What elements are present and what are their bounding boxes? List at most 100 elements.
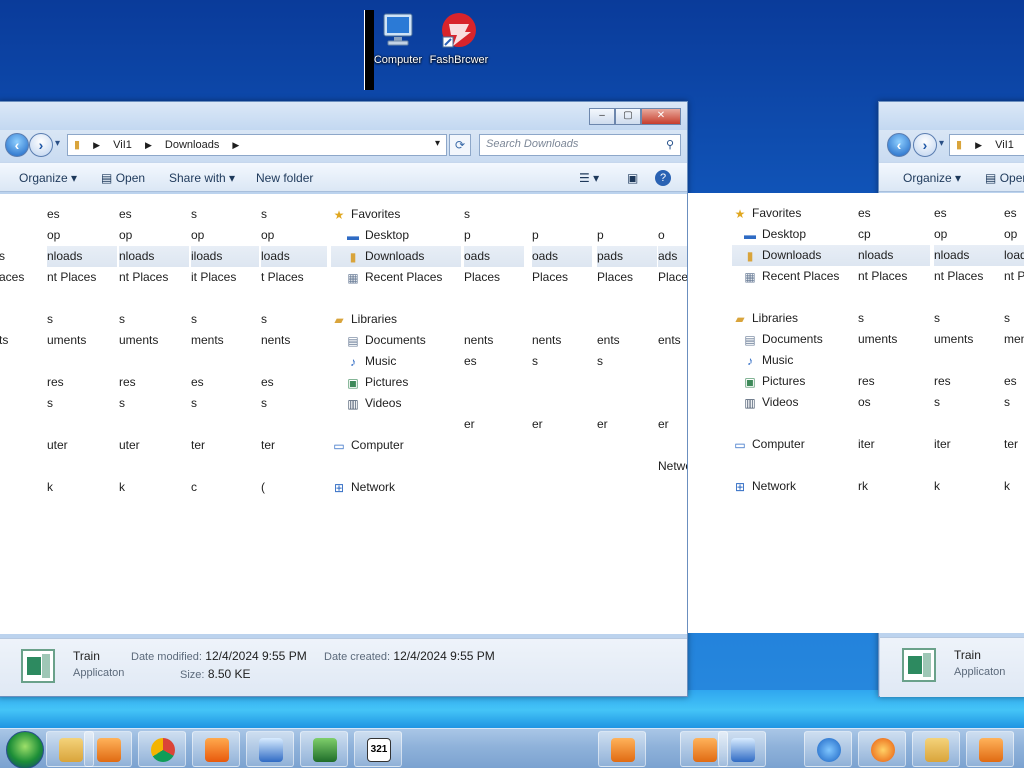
ghost-text: s	[934, 311, 940, 325]
search-input[interactable]: Search Downloads ⚲	[479, 134, 681, 156]
network-icon: ⊞	[333, 480, 345, 495]
breadcrumb-vi11[interactable]: ViI1	[995, 139, 1014, 151]
address-bar[interactable]: ▮ ▶ ViI1	[949, 134, 1024, 156]
preview-pane-icon[interactable]: ▣	[627, 171, 638, 185]
start-button[interactable]	[6, 731, 44, 768]
caption-buttons: – ▢ ✕	[589, 108, 681, 125]
window-titlebar[interactable]	[879, 102, 1024, 130]
breadcrumb-vi11[interactable]: ViI1	[113, 139, 132, 151]
open-button[interactable]: ▤ Open	[985, 171, 1024, 185]
address-dropdown-icon[interactable]: ▾	[435, 138, 440, 149]
nav-libraries[interactable]: ▰ Libraries	[732, 308, 858, 329]
maximize-button[interactable]: ▢	[615, 108, 641, 125]
nav-desktop[interactable]: ▬ Desktop	[331, 225, 461, 246]
downloads-icon: ▮	[746, 248, 754, 263]
forward-button[interactable]: ›	[29, 133, 53, 157]
taskbar-task-manager[interactable]	[300, 731, 348, 767]
taskbar-calendar[interactable]: 321	[354, 731, 402, 767]
nav-favorites[interactable]: ★ Favorites	[732, 203, 858, 224]
nav-label: Documents	[762, 332, 823, 346]
media-player-icon	[693, 738, 717, 762]
taskbar-internet-explorer[interactable]	[804, 731, 852, 767]
taskbar-firefox-2[interactable]	[858, 731, 906, 767]
window-titlebar[interactable]: – ▢ ✕	[0, 102, 687, 130]
ghost-text	[464, 309, 524, 330]
nav-downloads[interactable]: ▮ Downloads	[732, 245, 858, 266]
nav-downloads[interactable]: ▮ Downloads	[331, 246, 461, 267]
nav-music[interactable]: ♪ Music	[732, 350, 858, 371]
nav-label: Recent Places	[762, 269, 840, 283]
nav-pictures[interactable]: ▣ Pictures	[331, 372, 461, 393]
nav-network[interactable]: ⊞ Network	[331, 477, 461, 498]
back-button[interactable]: ‹	[887, 133, 911, 157]
desktop-icon-label: FashBrcwer	[429, 54, 489, 66]
open-button[interactable]: ▤ Open	[101, 171, 145, 185]
nav-label: Desktop	[365, 228, 410, 242]
taskbar-chrome[interactable]	[138, 731, 186, 767]
nav-label: Documents	[365, 333, 426, 347]
ghost-text: uter	[119, 438, 140, 452]
taskbar-transfer-2[interactable]	[718, 731, 766, 767]
help-icon[interactable]: ?	[655, 170, 671, 186]
share-with-menu[interactable]: Share with ▾	[169, 171, 235, 185]
taskbar-explorer-2[interactable]	[912, 731, 960, 767]
forward-button[interactable]: ›	[913, 133, 937, 157]
recent-places-icon: ▦	[744, 269, 756, 284]
ghost-gap	[1004, 350, 1024, 371]
back-button[interactable]: ‹	[5, 133, 29, 157]
nav-videos[interactable]: ▥ Videos	[732, 392, 858, 413]
content-area-right: ★ Favorites ▬ Desktop ▮ Downloads ▦ Recent P…	[688, 193, 1024, 633]
nav-network[interactable]: ⊞ Network	[732, 476, 858, 497]
taskbar-firefox[interactable]	[192, 731, 240, 767]
taskbar-media-player-4[interactable]	[966, 731, 1014, 767]
nav-recent-places[interactable]: ▦ Recent Places	[732, 266, 858, 287]
nav-libraries[interactable]: ▰ Libraries	[331, 309, 461, 330]
nav-computer[interactable]: ▭ Computer	[732, 434, 858, 455]
nav-music[interactable]: ♪ Music	[331, 351, 461, 372]
ghost-text: k	[47, 480, 53, 494]
desktop-icon-computer[interactable]: Computer	[368, 10, 428, 66]
ghost-text: c	[191, 480, 197, 494]
recent-pages-dropdown[interactable]: ▾	[939, 138, 944, 149]
nav-documents[interactable]: ▤ Documents	[732, 329, 858, 350]
task-manager-icon	[313, 738, 337, 762]
computer-icon: ▭	[734, 437, 746, 452]
nav-recent-places[interactable]: ▦ Recent Places	[331, 267, 461, 288]
ghost-text: ter	[261, 438, 276, 452]
minimize-button[interactable]: –	[589, 108, 615, 125]
organize-menu[interactable]: Organize ▾	[19, 171, 77, 185]
ghost-gap	[858, 455, 930, 476]
ghost-text: oads	[532, 246, 592, 267]
ghost-text	[597, 204, 657, 225]
ghost-text: res	[47, 375, 64, 389]
nav-favorites[interactable]: ★ Favorites	[331, 204, 461, 225]
nav-documents[interactable]: ▤ Documents	[331, 330, 461, 351]
ghost-text: k	[1004, 479, 1010, 493]
breadcrumb-downloads[interactable]: Downloads	[165, 139, 219, 151]
nav-computer[interactable]: ▭ Computer	[331, 435, 461, 456]
desktop-icon-flash-browser[interactable]: FashBrcwer	[429, 10, 489, 66]
nav-videos[interactable]: ▥ Videos	[331, 393, 461, 414]
flash-browser-icon	[442, 13, 476, 48]
taskbar-transfer[interactable]	[246, 731, 294, 767]
organize-menu[interactable]: Organize ▾	[903, 171, 961, 185]
details-pane-right: Train Applicaton	[880, 637, 1024, 697]
ghost-gap	[658, 393, 687, 414]
refresh-button[interactable]: ⟳	[449, 134, 471, 156]
ghost-text: nt Pl	[1004, 269, 1024, 283]
taskbar-media-player-2[interactable]	[598, 731, 646, 767]
nav-gap	[331, 456, 461, 477]
close-button[interactable]: ✕	[641, 108, 681, 125]
ghost-text: uments	[47, 333, 87, 347]
view-options-icon[interactable]: ☰ ▾	[579, 171, 599, 185]
address-bar[interactable]: ▮ ▶ ViI1 ▶ Downloads ▶ ▾	[67, 134, 447, 156]
new-folder-button[interactable]: New folder	[256, 171, 313, 185]
taskbar: 321	[0, 728, 1024, 768]
ghost-text: k	[119, 480, 125, 494]
recent-pages-dropdown[interactable]: ▾	[55, 138, 60, 149]
taskbar-media-player[interactable]	[84, 731, 132, 767]
ghost-text: op	[1004, 227, 1018, 241]
nav-pictures[interactable]: ▣ Pictures	[732, 371, 858, 392]
nav-desktop[interactable]: ▬ Desktop	[732, 224, 858, 245]
ghost-text: es	[1004, 206, 1017, 220]
